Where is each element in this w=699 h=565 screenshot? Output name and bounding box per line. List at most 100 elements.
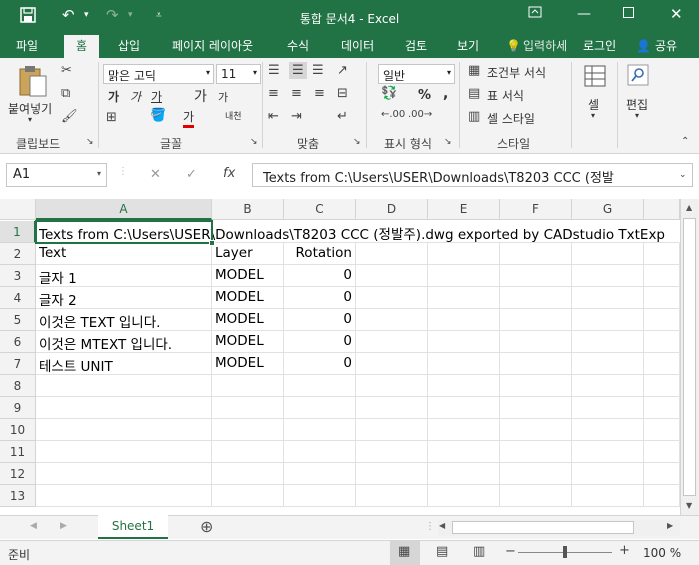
table-cell[interactable] [644,441,680,463]
table-cell[interactable] [572,375,644,397]
underline-button[interactable]: 가 [151,88,162,105]
table-cell[interactable] [644,375,680,397]
table-cell[interactable]: MODEL [212,309,284,331]
merge-center-icon[interactable]: ⊟ [337,86,348,101]
find-icon[interactable] [627,64,649,90]
font-name-select[interactable]: 맑은 고딕 ▾ [103,64,214,84]
table-cell[interactable] [644,353,680,375]
table-cell[interactable] [428,375,500,397]
table-cell[interactable] [644,419,680,441]
number-format-select[interactable]: 일반 ▾ [378,64,455,84]
fill-color-icon[interactable]: 🪣 [150,108,166,123]
close-icon[interactable]: ✕ [670,5,683,23]
table-cell[interactable]: 0 [284,331,356,353]
table-cell[interactable] [356,441,428,463]
table-cell[interactable] [428,463,500,485]
tab-page-layout[interactable]: 페이지 레이아웃 [172,37,253,58]
prev-sheet-icon[interactable]: ◀ [30,521,37,531]
maximize-icon[interactable] [623,6,634,22]
decrease-decimal-icon[interactable]: .00→ [408,109,432,120]
collapse-ribbon-icon[interactable]: ⌃ [681,136,689,147]
format-painter-icon[interactable]: 🖌 [61,109,78,124]
conditional-format-icon[interactable]: ▦ [468,63,480,78]
table-cell[interactable] [572,463,644,485]
tab-home[interactable]: 홈 [64,35,100,58]
add-sheet-icon[interactable]: ⊕ [200,517,213,536]
column-header[interactable]: E [428,199,500,220]
scroll-right-icon[interactable]: ▶ [667,521,673,530]
table-cell[interactable]: Layer [212,243,284,265]
alignment-launcher-icon[interactable]: ↘ [353,137,361,147]
table-cell[interactable] [36,441,212,463]
table-cell[interactable] [356,309,428,331]
table-cell[interactable] [428,265,500,287]
formula-bar-grip-icon[interactable]: ⋮ [118,166,128,177]
sheet-tab[interactable]: Sheet1 [98,515,168,539]
tab-data[interactable]: 데이터 [341,37,374,58]
decrease-indent-icon[interactable]: ⇤ [268,109,279,124]
comma-button[interactable]: , [443,86,448,102]
table-cell[interactable] [572,331,644,353]
table-cell[interactable]: Texts from C:\Users\USER\Downloads\T8203… [36,221,680,243]
increase-indent-icon[interactable]: ⇥ [291,109,302,124]
row-header[interactable]: 11 [0,441,36,463]
table-cell[interactable]: MODEL [212,331,284,353]
horizontal-scrollbar[interactable]: ◀ ▶ [438,520,680,536]
clipboard-launcher-icon[interactable]: ↘ [86,137,94,147]
table-cell[interactable] [500,397,572,419]
row-header[interactable]: 1 [0,221,36,243]
align-middle-icon[interactable]: ☰ [289,62,307,79]
table-cell[interactable]: 테스트 UNIT [36,353,212,375]
table-cell[interactable] [356,419,428,441]
cell-styles-icon[interactable]: ▥ [468,109,480,124]
expand-formula-icon[interactable]: ⌄ [679,170,687,180]
table-cell[interactable] [428,485,500,507]
table-cell[interactable] [644,287,680,309]
table-cell[interactable] [428,309,500,331]
table-cell[interactable] [572,265,644,287]
table-cell[interactable]: 0 [284,353,356,375]
table-cell[interactable] [284,397,356,419]
name-box[interactable]: A1 ▾ [6,163,107,187]
table-cell[interactable]: MODEL [212,287,284,309]
table-cell[interactable] [500,375,572,397]
shrink-font-button[interactable]: 가 [218,89,228,105]
row-header[interactable]: 7 [0,353,36,375]
sign-in-link[interactable]: 로그인 [583,37,616,58]
table-cell[interactable] [284,485,356,507]
format-as-table-button[interactable]: 표 서식 [487,87,524,104]
table-cell[interactable] [356,463,428,485]
table-cell[interactable] [500,287,572,309]
table-cell[interactable] [572,243,644,265]
column-header[interactable]: A [36,199,212,220]
row-header[interactable]: 5 [0,309,36,331]
table-cell[interactable] [212,441,284,463]
table-cell[interactable] [644,309,680,331]
row-header[interactable]: 8 [0,375,36,397]
table-cell[interactable] [500,309,572,331]
row-header[interactable]: 4 [0,287,36,309]
table-cell[interactable] [212,463,284,485]
zoom-out-icon[interactable]: − [505,544,516,559]
table-cell[interactable] [500,331,572,353]
table-cell[interactable]: MODEL [212,265,284,287]
table-cell[interactable] [572,353,644,375]
copy-icon[interactable]: ⧉ [61,86,70,101]
cells-icon[interactable] [583,64,607,92]
table-cell[interactable] [356,331,428,353]
table-cell[interactable] [356,375,428,397]
formula-input[interactable]: Texts from C:\Users\USER\Downloads\T8203… [252,163,693,187]
table-cell[interactable]: 이것은 TEXT 입니다. [36,309,212,331]
font-launcher-icon[interactable]: ↘ [250,137,258,147]
page-break-view-icon[interactable]: ▥ [473,544,485,559]
table-cell[interactable]: 글자 1 [36,265,212,287]
table-cell[interactable] [428,287,500,309]
table-cell[interactable] [36,485,212,507]
table-cell[interactable] [644,331,680,353]
table-cell[interactable] [428,397,500,419]
zoom-slider-handle[interactable] [563,546,567,558]
tab-formulas[interactable]: 수식 [287,37,309,58]
paste-icon[interactable] [16,64,50,102]
table-cell[interactable] [356,485,428,507]
table-cell[interactable] [36,419,212,441]
